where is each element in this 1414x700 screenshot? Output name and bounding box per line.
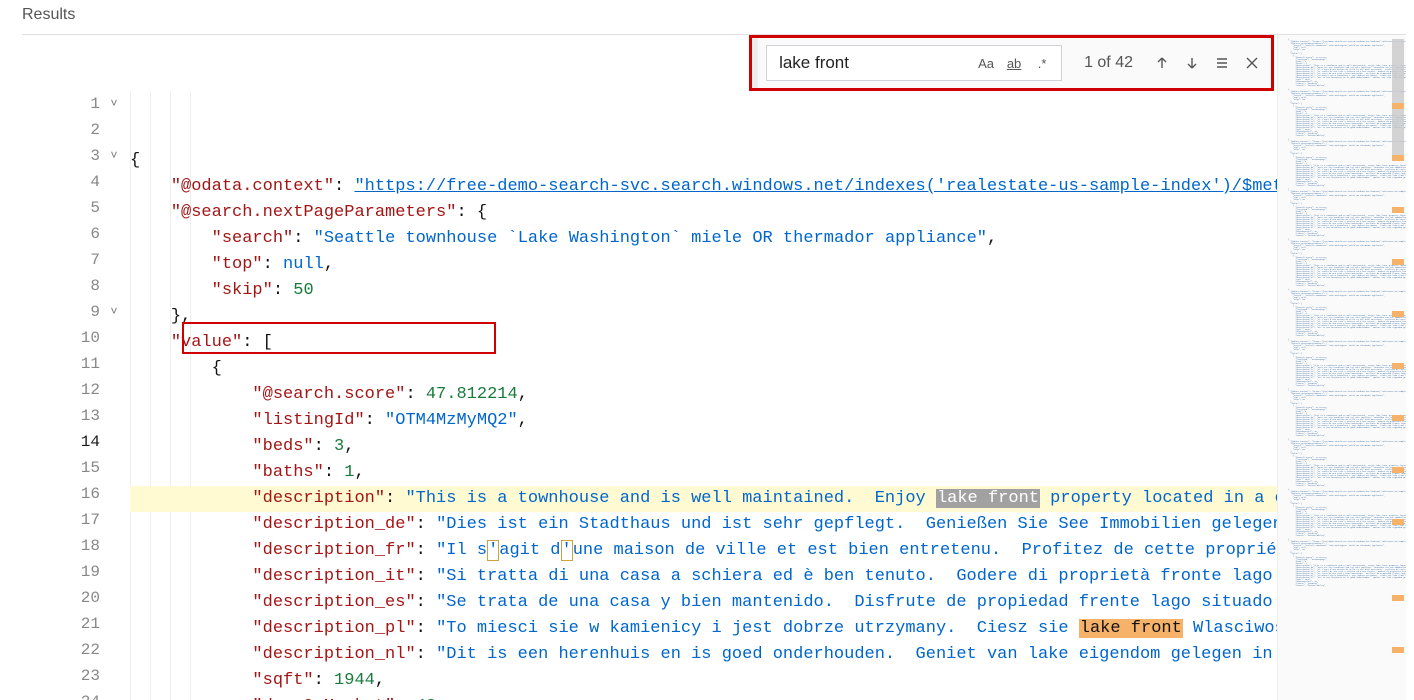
code-line[interactable]: "description_pl": "To miesci sie w kamie… <box>130 616 1278 642</box>
line-number: 12 <box>22 377 106 403</box>
code-line[interactable]: "description_de": "Dies ist ein Stadthau… <box>130 512 1278 538</box>
find-next-button[interactable] <box>1177 48 1207 78</box>
code-line[interactable]: { <box>130 148 1278 174</box>
minimap-match-marker <box>1392 155 1404 161</box>
code-line[interactable]: "top": null, <box>130 252 1278 278</box>
code-content[interactable]: { "@odata.context": "https://free-demo-s… <box>130 91 1278 700</box>
use-regex-icon[interactable]: .* <box>1029 50 1055 76</box>
code-line[interactable]: "description_fr": "Il s'agit d'une maiso… <box>130 538 1278 564</box>
code-line[interactable]: "skip": 50 <box>130 278 1278 304</box>
find-input-wrap: Aa ab .* <box>766 45 1062 81</box>
minimap-match-marker <box>1392 363 1404 369</box>
code-line[interactable]: "@search.nextPageParameters": { <box>130 200 1278 226</box>
line-number: 18 <box>22 533 106 559</box>
fold-chevron-icon[interactable]: ˅ <box>106 91 122 117</box>
minimap-match-marker <box>1392 647 1404 653</box>
line-number: 2 <box>22 117 106 143</box>
minimap-match-marker <box>1392 103 1404 109</box>
code-area[interactable]: 1˅23˅456789˅1011121314151617181920212223… <box>22 35 1278 700</box>
line-number: 13 <box>22 403 106 429</box>
code-line[interactable]: "search": "Seattle townhouse `Lake Washi… <box>130 226 1278 252</box>
line-number: 14 <box>22 429 106 455</box>
line-number: 6 <box>22 221 106 247</box>
find-status: 1 of 42 <box>1084 54 1133 72</box>
minimap-content: { "@odata.context": "https://free-demo-s… <box>1278 35 1406 593</box>
code-line[interactable]: "sqft": 1944, <box>130 668 1278 694</box>
code-line[interactable]: "beds": 3, <box>130 434 1278 460</box>
minimap-match-marker <box>1392 467 1404 473</box>
find-current-match: lake front <box>936 489 1040 508</box>
line-number: 8 <box>22 273 106 299</box>
line-number: 23 <box>22 663 106 689</box>
line-number: 22 <box>22 637 106 663</box>
line-number: 11 <box>22 351 106 377</box>
fold-chevron-icon[interactable]: ˅ <box>106 143 122 169</box>
line-number: 1˅ <box>22 91 106 117</box>
line-number: 15 <box>22 455 106 481</box>
line-number-gutter: 1˅23˅456789˅1011121314151617181920212223… <box>22 35 106 700</box>
panel-title: Results <box>0 0 1414 28</box>
find-bar: Aa ab .* 1 of 42 <box>749 35 1274 91</box>
fold-chevron-icon[interactable]: ˅ <box>106 299 122 325</box>
code-line[interactable]: "@odata.context": "https://free-demo-sea… <box>130 174 1278 200</box>
line-number: 17 <box>22 507 106 533</box>
find-selection-button[interactable] <box>1207 48 1237 78</box>
find-match: lake front <box>1079 619 1183 638</box>
minimap-match-marker <box>1392 207 1404 213</box>
code-line[interactable]: "description_es": "Se trata de una casa … <box>130 590 1278 616</box>
code-line[interactable]: "value": [ <box>130 330 1278 356</box>
editor-shell: Aa ab .* 1 of 42 1˅23˅456789˅10111213141… <box>22 34 1406 700</box>
line-number: 7 <box>22 247 106 273</box>
line-number: 19 <box>22 559 106 585</box>
minimap-match-marker <box>1392 519 1404 525</box>
line-number: 24 <box>22 689 106 700</box>
line-number: 5 <box>22 195 106 221</box>
line-number: 9˅ <box>22 299 106 325</box>
code-line[interactable]: "daysOnMarket": 48, <box>130 694 1278 700</box>
line-number: 4 <box>22 169 106 195</box>
match-whole-word-icon[interactable]: ab <box>1001 50 1027 76</box>
code-line[interactable]: "baths": 1, <box>130 460 1278 486</box>
line-number: 3˅ <box>22 143 106 169</box>
line-number: 10 <box>22 325 106 351</box>
find-close-button[interactable] <box>1237 48 1267 78</box>
match-case-icon[interactable]: Aa <box>973 50 999 76</box>
code-line[interactable]: "@search.score": 47.812214, <box>130 382 1278 408</box>
find-prev-button[interactable] <box>1147 48 1177 78</box>
code-line[interactable]: "description_nl": "Dit is een herenhuis … <box>130 642 1278 668</box>
line-number: 20 <box>22 585 106 611</box>
code-line[interactable]: }, <box>130 304 1278 330</box>
minimap-match-marker <box>1392 311 1404 317</box>
code-line[interactable]: "listingId": "OTM4MzMyMQ2", <box>130 408 1278 434</box>
minimap-match-marker <box>1392 415 1404 421</box>
minimap-match-marker <box>1392 259 1404 265</box>
code-line[interactable]: { <box>130 356 1278 382</box>
line-number: 16 <box>22 481 106 507</box>
code-line[interactable]: "description_it": "Si tratta di una casa… <box>130 564 1278 590</box>
minimap-match-marker <box>1392 595 1404 601</box>
minimap-scrollbar[interactable] <box>1392 39 1404 159</box>
code-line[interactable]: "description": "This is a townhouse and … <box>130 486 1278 512</box>
find-input[interactable] <box>777 52 971 74</box>
minimap[interactable]: { "@odata.context": "https://free-demo-s… <box>1277 35 1406 700</box>
find-expand-handle[interactable] <box>752 38 758 88</box>
line-number: 21 <box>22 611 106 637</box>
